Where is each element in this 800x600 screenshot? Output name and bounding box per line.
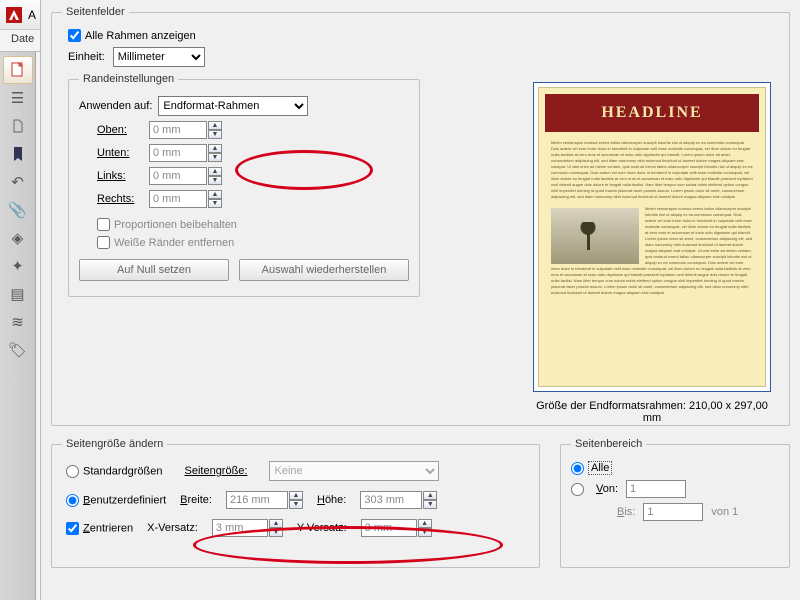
center-label: Zentrieren	[83, 522, 133, 534]
margin-settings-group: Randeinstellungen Anwenden auf: Endforma…	[68, 73, 420, 297]
preview-panel: HEADLINE Minim veniamquis nostrud exerci…	[533, 82, 771, 424]
show-all-frames-label: Alle Rahmen anzeigen	[85, 30, 196, 42]
menu-file[interactable]: Date	[5, 30, 40, 48]
std-sizes-label: Standardgrößen	[83, 465, 163, 477]
undo-icon[interactable]: ↶	[3, 168, 33, 196]
range-to-label: Bis:	[617, 506, 635, 518]
left-input[interactable]	[149, 167, 207, 185]
attachment-icon[interactable]: 📎	[3, 196, 33, 224]
range-from-input[interactable]	[626, 480, 686, 498]
width-spinner[interactable]: ▲▼	[289, 491, 303, 509]
apply-to-select[interactable]: Endformat-Rahmen	[158, 96, 308, 116]
page-range-legend: Seitenbereich	[571, 438, 646, 450]
layers-icon[interactable]: ◈	[3, 224, 33, 252]
bookmarks-tool[interactable]: ☰	[3, 84, 33, 112]
center-checkbox[interactable]	[66, 522, 79, 535]
height-label: Höhe:	[317, 494, 346, 506]
yoffset-spinner[interactable]: ▲▼	[418, 519, 432, 537]
xoffset-input[interactable]	[212, 519, 268, 537]
preview-body: Minim veniamquis nostrud exerci tation u…	[551, 140, 753, 376]
std-sizes-radio[interactable]	[66, 465, 79, 478]
yoffset-label: Y-Versatz:	[297, 522, 347, 534]
unit-select[interactable]: Millimeter	[113, 47, 205, 67]
remove-white-label: Weiße Ränder entfernen	[114, 237, 234, 249]
range-to-input[interactable]	[643, 503, 703, 521]
right-input[interactable]	[149, 190, 207, 208]
page-thumb-tool[interactable]	[3, 56, 33, 84]
pagesize-label: Seitengröße:	[185, 465, 248, 477]
preview-caption: Größe der Endformatsrahmen: 210,00 x 297…	[533, 400, 771, 424]
page-range-group: Seitenbereich Alle Von: Bis: von 1	[560, 438, 790, 568]
xoffset-label: X-Versatz:	[147, 522, 198, 534]
range-from-radio[interactable]	[571, 483, 584, 496]
lines-icon[interactable]: ≋	[3, 308, 33, 336]
range-of-label: von 1	[711, 506, 738, 518]
keep-proportions-label: Proportionen beibehalten	[114, 219, 237, 231]
top-input[interactable]	[149, 121, 207, 139]
preview-image	[551, 208, 639, 264]
width-input[interactable]	[226, 491, 288, 509]
xoffset-spinner[interactable]: ▲▼	[269, 519, 283, 537]
bottom-label: Unten:	[97, 147, 149, 159]
preview-page: HEADLINE Minim veniamquis nostrud exerci…	[538, 87, 766, 387]
wand-icon[interactable]: ✦	[3, 252, 33, 280]
apply-to-label: Anwenden auf:	[79, 100, 152, 112]
unit-label: Einheit:	[68, 51, 105, 63]
range-from-label: Von:	[596, 483, 618, 495]
range-all-radio[interactable]	[571, 462, 584, 475]
pagesize-select[interactable]: Keine	[269, 461, 439, 481]
show-all-frames-checkbox[interactable]	[68, 29, 81, 42]
bottom-spinner[interactable]: ▲▼	[208, 144, 222, 162]
bottom-input[interactable]	[149, 144, 207, 162]
reset-button[interactable]: Auf Null setzen	[79, 259, 229, 281]
tag-icon[interactable]: 🏷	[3, 336, 33, 364]
restore-button[interactable]: Auswahl wiederherstellen	[239, 259, 409, 281]
app-prefix: A	[28, 8, 36, 22]
ribbon-icon[interactable]	[3, 140, 33, 168]
right-spinner[interactable]: ▲▼	[208, 190, 222, 208]
left-spinner[interactable]: ▲▼	[208, 167, 222, 185]
app-icon	[6, 7, 22, 23]
top-label: Oben:	[97, 124, 149, 136]
preview-frame: HEADLINE Minim veniamquis nostrud exerci…	[533, 82, 771, 392]
bookmark-icon[interactable]	[3, 112, 33, 140]
page-fields-legend: Seitenfelder	[62, 6, 129, 18]
page-size-legend: Seitengröße ändern	[62, 438, 167, 450]
left-label: Links:	[97, 170, 149, 182]
preview-headline: HEADLINE	[545, 94, 759, 132]
left-toolbar: ☰ ↶ 📎 ◈ ✦ ▤ ≋ 🏷	[0, 52, 36, 600]
height-input[interactable]	[360, 491, 422, 509]
keep-proportions-checkbox[interactable]	[97, 218, 110, 231]
margin-settings-legend: Randeinstellungen	[79, 73, 178, 85]
remove-white-checkbox[interactable]	[97, 236, 110, 249]
page-fields-group: Seitenfelder Alle Rahmen anzeigen Einhei…	[51, 6, 790, 426]
right-label: Rechts:	[97, 193, 149, 205]
dialog-body: Seitenfelder Alle Rahmen anzeigen Einhei…	[40, 0, 800, 600]
range-all-label: Alle	[588, 461, 612, 475]
custom-radio[interactable]	[66, 494, 79, 507]
page-size-group: Seitengröße ändern Standardgrößen Seiten…	[51, 438, 540, 568]
width-label: Breite:	[180, 494, 212, 506]
top-spinner[interactable]: ▲▼	[208, 121, 222, 139]
yoffset-input[interactable]	[361, 519, 417, 537]
custom-label: BBenutzerdefiniertenutzerdefiniert	[83, 494, 166, 506]
doc-icon[interactable]: ▤	[3, 280, 33, 308]
height-spinner[interactable]: ▲▼	[423, 491, 437, 509]
